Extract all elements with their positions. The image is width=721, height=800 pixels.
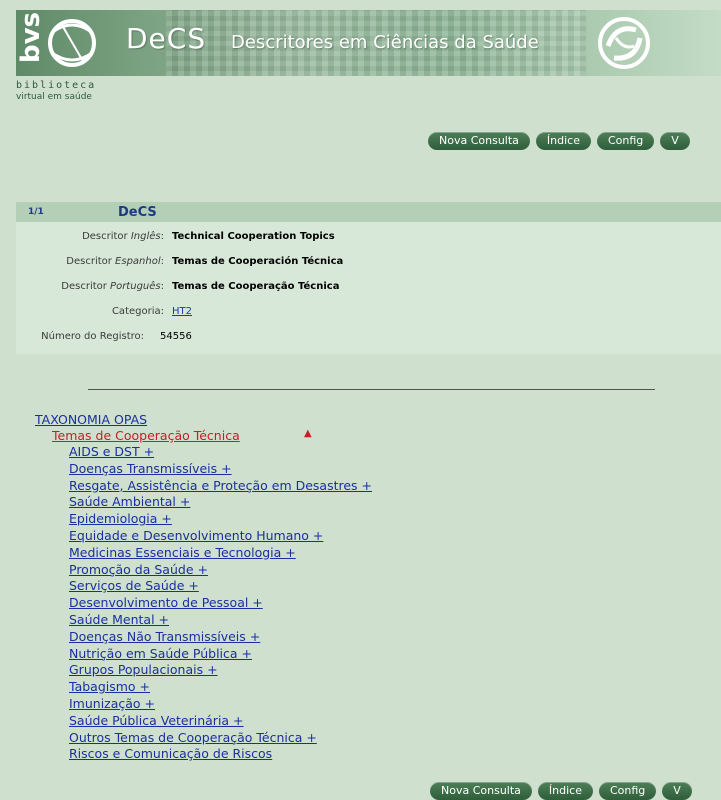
label-categoria: Categoria: [111,305,164,317]
config-button[interactable]: Config [596,132,655,150]
header-banner: bvs DeCS Descritores em Ciências da Saúd… [16,10,721,76]
value-descritor-portugues: Temas de Cooperação Técnica [172,280,340,292]
tree-child-link[interactable]: Saúde Pública Veterinária + [69,713,244,728]
tree-child-link[interactable]: Promoção da Saúde + [69,562,208,577]
tree-child-link[interactable]: AIDS e DST + [69,444,154,459]
tree-child-link[interactable]: Tabagismo + [69,679,150,694]
tree-child-link[interactable]: Desenvolvimento de Pessoal + [69,595,263,610]
tree-child-link[interactable]: Imunização + [69,696,155,711]
value-descritor-ingles: Technical Cooperation Topics [172,230,335,242]
decs-subtitle: Descritores em Ciências da Saúde [231,32,539,53]
tree-root-link[interactable]: TAXONOMIA OPAS [35,412,147,427]
tree-child-link[interactable]: Serviços de Saúde + [69,578,199,593]
nova-consulta-button-bottom[interactable]: Nova Consulta [430,782,532,800]
top-toolbar: Nova Consulta Índice Config V [428,132,690,150]
indice-button-bottom[interactable]: Índice [537,782,593,800]
record-panel: 1/1 DeCS Descritor Inglês: Technical Coo… [16,202,721,354]
categoria-link[interactable]: HT2 [172,306,192,317]
label-numero-registro: Número do Registro: [41,330,144,342]
virtual-em-saude-label: virtual em saúde [16,92,92,102]
tree-child-link[interactable]: Saúde Ambiental + [69,494,190,509]
row-numero-registro: Número do Registro: 54556 [16,329,192,343]
tree-child-link[interactable]: Grupos Populacionais + [69,662,218,677]
decs-title: DeCS [126,22,207,55]
indice-button[interactable]: Índice [535,132,591,150]
tree-child-link[interactable]: Riscos e Comunicação de Riscos [69,746,272,761]
decs-swirl-icon [598,17,650,69]
bvs-globe-icon [48,19,96,67]
config-button-bottom[interactable]: Config [598,782,657,800]
tree-child-link[interactable]: Outros Temas de Cooperação Técnica + [69,730,317,745]
record-count: 1/1 [28,207,44,217]
record-header: 1/1 DeCS [16,202,721,222]
value-numero-registro: 54556 [160,330,192,342]
nova-consulta-button[interactable]: Nova Consulta [428,132,530,150]
v-button[interactable]: V [660,132,690,150]
tree-child-link[interactable]: Resgate, Assistência e Proteção em Desas… [69,478,372,493]
row-categoria: Categoria: HT2 [16,304,192,318]
tree-child-link[interactable]: Epidemiologia + [69,511,172,526]
label-descritor-ingles: Descritor Inglês: [82,230,164,242]
label-descritor-portugues: Descritor Português: [61,280,164,292]
tree-child-link[interactable]: Equidade e Desenvolvimento Humano + [69,528,323,543]
tree-child-link[interactable]: Doenças Não Transmissíveis + [69,629,260,644]
tree-child-link[interactable]: Medicinas Essenciais e Tecnologia + [69,545,296,560]
record-database: DeCS [118,204,157,220]
tree-child-link[interactable]: Nutrição em Saúde Pública + [69,646,252,661]
row-descritor-espanhol: Descritor Espanhol: Temas de Cooperación… [16,254,343,268]
divider [88,389,655,390]
biblioteca-label: biblioteca [16,80,97,91]
tree-child-link[interactable]: Saúde Mental + [69,612,169,627]
up-arrow-icon[interactable]: ▲ [304,428,312,439]
label-descritor-espanhol: Descritor Espanhol: [66,255,164,267]
bottom-toolbar: Nova Consulta Índice Config V [430,782,692,800]
v-button-bottom[interactable]: V [662,782,692,800]
tree-child-link[interactable]: Doenças Transmissíveis + [69,461,232,476]
value-descritor-espanhol: Temas de Cooperación Técnica [172,255,344,267]
row-descritor-portugues: Descritor Português: Temas de Cooperação… [16,279,339,293]
row-descritor-ingles: Descritor Inglês: Technical Cooperation … [16,229,335,243]
tree-current-link[interactable]: Temas de Cooperação Técnica [52,428,240,443]
